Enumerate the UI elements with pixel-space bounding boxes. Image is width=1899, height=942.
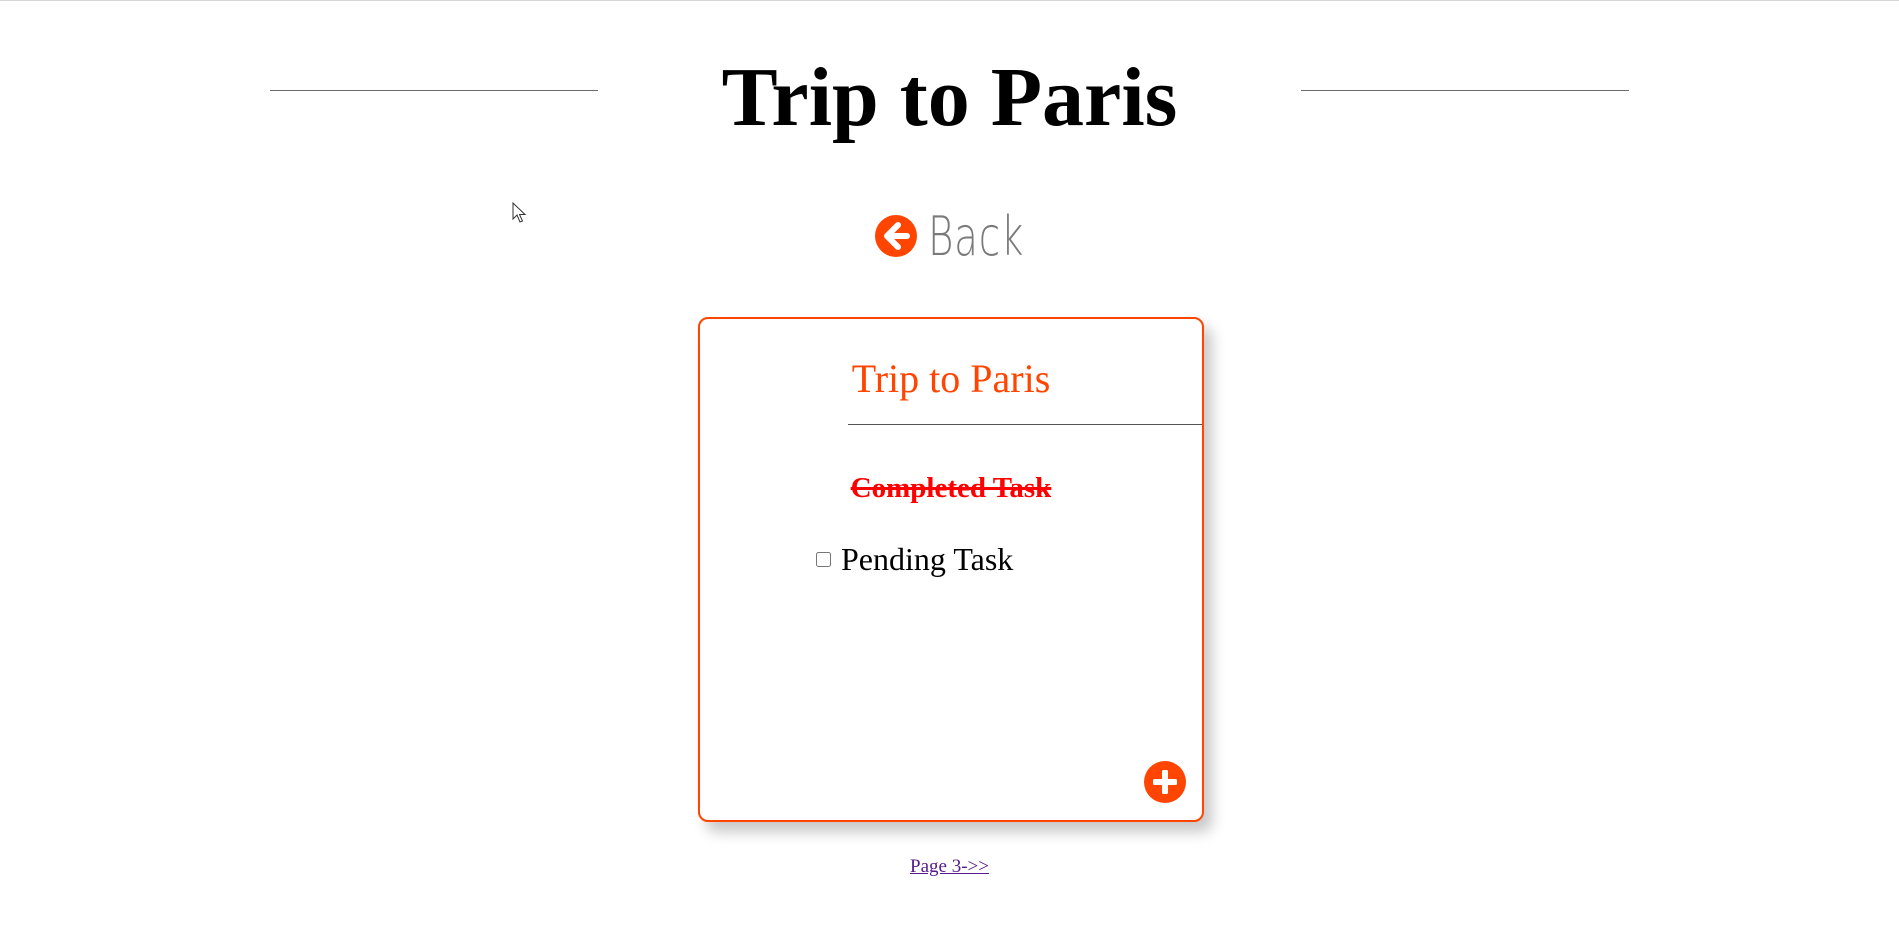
page-title: Trip to Paris [721,51,1178,144]
add-task-button[interactable] [1143,760,1187,804]
back-label: Back [928,204,1025,268]
completed-task-item[interactable]: Completed Task [700,472,1202,505]
title-rule-right [1301,90,1629,91]
arrow-left-circle-icon [875,215,917,257]
task-checkbox[interactable] [816,552,831,567]
back-button[interactable]: Back [874,196,1061,276]
task-list-card: Trip to Paris Completed Task Pending Tas… [698,317,1204,822]
card-title-divider [848,424,1202,425]
next-page-link[interactable]: Page 3->> [910,856,989,877]
pagination: Page 3->> [0,856,1899,878]
mouse-cursor-icon [512,202,527,223]
card-title: Trip to Paris [851,356,1051,401]
top-border [0,0,1899,1]
pending-task-label: Pending Task [841,541,1014,577]
pending-task-item: Pending Task [816,541,1013,578]
